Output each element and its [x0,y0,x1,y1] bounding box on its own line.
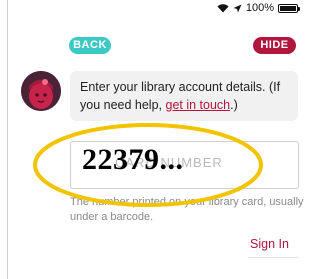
panel-border [7,0,8,279]
hide-button[interactable]: HIDE [253,37,296,54]
back-button[interactable]: BACK [69,37,111,54]
wifi-icon [217,4,229,13]
highlight-ellipse [33,123,263,207]
battery-percentage: 100% [245,2,274,14]
battery-icon [278,3,300,13]
message-text-end: .) [230,98,238,112]
status-bar: 100% [217,2,300,14]
assistant-character-icon [21,71,61,111]
get-in-touch-link[interactable]: get in touch [166,98,231,112]
battery-fill [280,5,296,11]
location-arrow-icon [233,4,242,12]
divider [248,257,298,258]
sign-in-button[interactable]: Sign In [250,237,289,251]
avatar [21,71,61,111]
message-bubble: Enter your library account details. (If … [70,71,298,121]
